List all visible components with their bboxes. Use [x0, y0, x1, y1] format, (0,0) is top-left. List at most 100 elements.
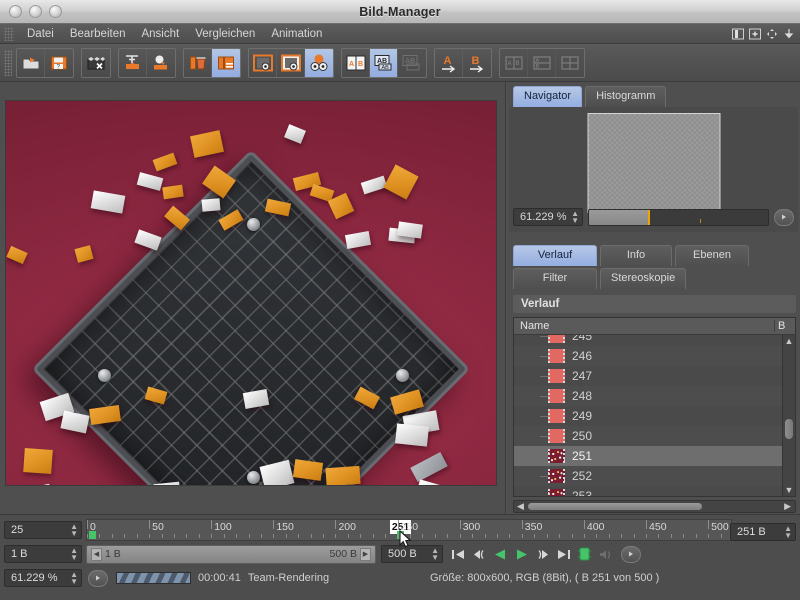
save-icon[interactable]: ?: [45, 49, 73, 77]
frame-end-field[interactable]: 500 B ▲▼: [381, 545, 443, 563]
spinner-icon[interactable]: ▲▼: [431, 547, 439, 561]
add-view-icon[interactable]: [748, 27, 762, 41]
current-frame-field[interactable]: 251 B ▲▼: [730, 523, 796, 541]
go-to-end-icon[interactable]: [556, 547, 571, 562]
svg-text:B: B: [515, 61, 519, 67]
fps-field[interactable]: 25 ▲▼: [4, 521, 82, 539]
play-reverse-icon[interactable]: [493, 547, 508, 562]
view-single-icon[interactable]: [249, 49, 277, 77]
table-row[interactable]: 252: [514, 466, 795, 486]
spinner-icon[interactable]: ▲▼: [70, 547, 78, 561]
clear-history-icon[interactable]: [212, 49, 240, 77]
layout-horizontal-icon[interactable]: AB: [500, 49, 528, 77]
history-list[interactable]: Name B 245246247248249250251252253 ▲ ▼: [513, 317, 796, 497]
send-to-object-icon[interactable]: [147, 49, 175, 77]
layout-quad-icon[interactable]: [556, 49, 584, 77]
image-viewport[interactable]: [0, 82, 506, 514]
history-vscrollbar[interactable]: ▲ ▼: [782, 335, 795, 496]
menu-animation[interactable]: Animation: [263, 24, 330, 44]
sound-icon[interactable]: [598, 547, 613, 562]
table-row[interactable]: 253: [514, 486, 795, 496]
scroll-down-arrow-icon[interactable]: ▼: [783, 484, 795, 496]
tree-line: [540, 436, 548, 437]
next-keyframe-icon[interactable]: [535, 547, 550, 562]
ab-side-by-side-icon[interactable]: AB: [342, 49, 370, 77]
table-row[interactable]: 249: [514, 406, 795, 426]
ab-stacked-icon[interactable]: ABAB: [370, 49, 398, 77]
filmstrip-icon: [548, 429, 565, 443]
navigator-zoom-slider[interactable]: [588, 209, 769, 226]
table-row[interactable]: 247: [514, 366, 795, 386]
menu-vergleichen[interactable]: Vergleichen: [187, 24, 263, 44]
viewport-zoom-field[interactable]: 61.229 % ▲▼: [4, 569, 82, 587]
zoom-slider-handle[interactable]: [648, 210, 650, 225]
tab-info[interactable]: Info: [600, 245, 672, 266]
set-b-icon[interactable]: B: [463, 49, 491, 77]
delete-frame-icon[interactable]: [184, 49, 212, 77]
range-right-arrow-icon[interactable]: ▶: [360, 548, 371, 561]
scroll-up-arrow-icon[interactable]: ▲: [783, 335, 795, 347]
layout-vertical-icon[interactable]: AB: [528, 49, 556, 77]
go-to-start-icon[interactable]: [451, 547, 466, 562]
table-row[interactable]: 246: [514, 346, 795, 366]
table-row[interactable]: 245: [514, 335, 795, 346]
scroll-right-arrow-icon[interactable]: ▶: [784, 502, 791, 511]
timeline-tick-label: 0: [90, 521, 96, 533]
history-hscrollbar[interactable]: ◀ ▶: [513, 500, 796, 513]
play-forward-icon[interactable]: [514, 547, 529, 562]
hscroll-thumb[interactable]: [528, 503, 702, 510]
menu-bearbeiten[interactable]: Bearbeiten: [62, 24, 134, 44]
spinner-icon[interactable]: ▲▼: [70, 571, 78, 585]
range-left-arrow-icon[interactable]: ◀: [91, 548, 102, 561]
navigator-options-button[interactable]: [774, 209, 794, 226]
table-row[interactable]: 251: [514, 446, 795, 466]
set-a-icon[interactable]: A: [435, 49, 463, 77]
record-icon[interactable]: [577, 547, 592, 562]
collapse-icon[interactable]: [782, 27, 796, 41]
vscroll-thumb[interactable]: [785, 419, 793, 439]
table-row[interactable]: 248: [514, 386, 795, 406]
zoom-options-button[interactable]: [88, 570, 108, 587]
range-end-handle[interactable]: 500 B ▶: [326, 548, 375, 561]
spinner-icon[interactable]: ▲▼: [571, 210, 579, 224]
timeline-minor-tick: [547, 534, 548, 538]
timeline-minor-tick: [311, 534, 312, 538]
open-folder-icon[interactable]: [17, 49, 45, 77]
tab-navigator[interactable]: Navigator: [513, 86, 582, 107]
clapperboard-stop-icon[interactable]: [82, 49, 110, 77]
timeline-gradation: [646, 520, 647, 529]
rendered-image[interactable]: [5, 100, 497, 486]
previous-keyframe-icon[interactable]: [472, 547, 487, 562]
spinner-icon[interactable]: ▲▼: [784, 525, 792, 539]
send-to-picture-viewer-icon[interactable]: [119, 49, 147, 77]
split-layout-icon[interactable]: [731, 27, 745, 41]
tab-verlauf[interactable]: Verlauf: [513, 245, 597, 266]
menu-ansicht[interactable]: Ansicht: [133, 24, 187, 44]
timeline-ruler[interactable]: 251 050100150200250300350400450500: [86, 519, 732, 541]
ab-disabled-icon[interactable]: AB: [398, 49, 426, 77]
navigator-zoom-field[interactable]: 61.229 % ▲▼: [513, 208, 583, 226]
frame-start-field[interactable]: 1 B ▲▼: [4, 545, 82, 563]
history-tab-row-2: Filter Stereoskopie: [513, 268, 796, 289]
bild-manager-window: Bild-Manager Datei Bearbeiten Ansicht Ve…: [0, 0, 800, 600]
timeline-gradation: [335, 520, 336, 529]
view-compare-icon[interactable]: [305, 49, 333, 77]
navigator-thumbnail[interactable]: [587, 113, 720, 213]
tab-stereoskopie[interactable]: Stereoskopie: [600, 268, 686, 289]
view-active-icon[interactable]: [277, 49, 305, 77]
frame-range-slider[interactable]: ◀ 1 B 500 B ▶: [86, 545, 376, 564]
column-b[interactable]: B: [775, 320, 795, 332]
table-row[interactable]: 250: [514, 426, 795, 446]
move-icon[interactable]: [765, 27, 779, 41]
animation-options-button[interactable]: [621, 546, 641, 563]
scroll-left-arrow-icon[interactable]: ◀: [517, 502, 524, 511]
menu-datei[interactable]: Datei: [19, 24, 62, 44]
tab-filter[interactable]: Filter: [513, 268, 597, 289]
column-name[interactable]: Name: [514, 320, 775, 332]
zoom-slider-tick: [700, 219, 701, 223]
range-start-handle[interactable]: ◀ 1 B: [87, 548, 125, 561]
spinner-icon[interactable]: ▲▼: [70, 523, 78, 537]
timeline-minor-tick: [509, 534, 510, 538]
tab-histogramm[interactable]: Histogramm: [585, 86, 666, 107]
tab-ebenen[interactable]: Ebenen: [675, 245, 749, 266]
